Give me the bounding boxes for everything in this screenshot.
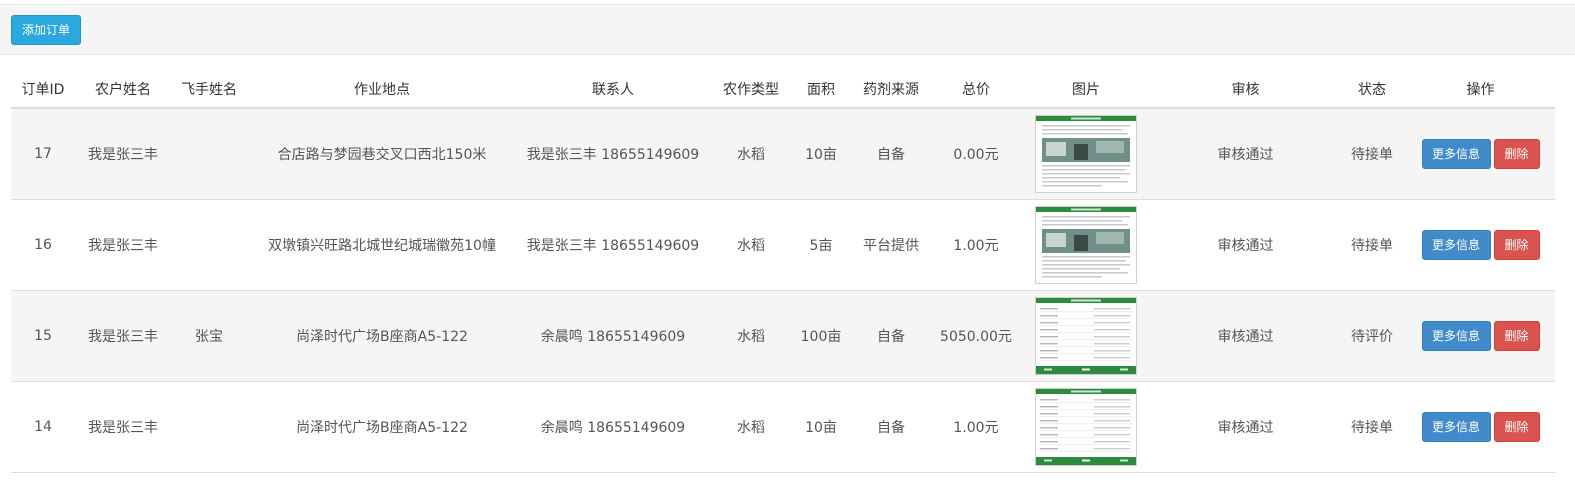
cell-location: 合店路与梦园巷交叉口西北150米 [247, 108, 517, 200]
cell-order-id: 17 [11, 108, 75, 200]
cell-contact: 余晨鸣 18655149609 [517, 290, 709, 382]
cell-total-price: 0.00元 [933, 108, 1019, 200]
cell-pesticide-source: 自备 [849, 108, 933, 200]
cell-order-id: 16 [11, 199, 75, 291]
cell-crop-type: 水稻 [709, 108, 793, 200]
cell-total-price: 1.00元 [933, 199, 1019, 291]
table-row: 15 我是张三丰 张宝 尚泽时代广场B座商A5-122 余晨鸣 18655149609 水… [11, 290, 1555, 382]
more-info-button[interactable]: 更多信息 [1421, 139, 1491, 169]
cell-location: 尚泽时代广场B座商A5-122 [247, 290, 517, 382]
cell-farmer-name: 我是张三丰 [75, 290, 171, 382]
cell-farmer-name: 我是张三丰 [75, 381, 171, 473]
cell-order-id: 15 [11, 290, 75, 382]
cell-area: 5亩 [793, 199, 849, 291]
cell-crop-type: 水稻 [709, 381, 793, 473]
cell-crop-type: 水稻 [709, 199, 793, 291]
photo-thumbnail[interactable] [1035, 115, 1137, 193]
delete-button[interactable]: 删除 [1493, 230, 1540, 260]
cell-pesticide-source: 自备 [849, 290, 933, 382]
cell-area: 10亩 [793, 381, 849, 473]
more-info-button[interactable]: 更多信息 [1421, 321, 1491, 351]
cell-review: 审核通过 [1153, 108, 1338, 200]
header-location: 作业地点 [247, 70, 517, 109]
cell-pilot-name [171, 381, 247, 473]
cell-review: 审核通过 [1153, 290, 1338, 382]
cell-review: 审核通过 [1153, 381, 1338, 473]
cell-image [1019, 199, 1153, 291]
header-area: 面积 [793, 70, 849, 109]
cell-total-price: 5050.00元 [933, 290, 1019, 382]
cell-order-id: 14 [11, 381, 75, 473]
cell-pilot-name [171, 108, 247, 200]
form-thumbnail[interactable] [1035, 388, 1137, 466]
cell-actions: 更多信息 删除 [1406, 199, 1555, 291]
cell-image [1019, 381, 1153, 473]
photo-thumbnail[interactable] [1035, 206, 1137, 284]
header-total-price: 总价 [933, 70, 1019, 109]
cell-image [1019, 290, 1153, 382]
cell-status: 待接单 [1338, 381, 1406, 473]
cell-crop-type: 水稻 [709, 290, 793, 382]
cell-status: 待接单 [1338, 199, 1406, 291]
cell-status: 待接单 [1338, 108, 1406, 200]
cell-area: 100亩 [793, 290, 849, 382]
cell-farmer-name: 我是张三丰 [75, 199, 171, 291]
header-actions: 操作 [1406, 70, 1555, 109]
cell-location: 双墩镇兴旺路北城世纪城瑞徽苑10幢 [247, 199, 517, 291]
cell-pesticide-source: 平台提供 [849, 199, 933, 291]
header-image: 图片 [1019, 70, 1153, 109]
cell-pilot-name [171, 199, 247, 291]
header-pilot-name: 飞手姓名 [171, 70, 247, 109]
header-review: 审核 [1153, 70, 1338, 109]
header-order-id: 订单ID [11, 70, 75, 109]
cell-location: 尚泽时代广场B座商A5-122 [247, 381, 517, 473]
cell-area: 10亩 [793, 108, 849, 200]
add-order-button[interactable]: 添加订单 [11, 15, 81, 45]
cell-total-price: 1.00元 [933, 381, 1019, 473]
table-row: 17 我是张三丰 合店路与梦园巷交叉口西北150米 我是张三丰 18655149609… [11, 108, 1555, 200]
orders-table: 订单ID 农户姓名 飞手姓名 作业地点 联系人 农作类型 面积 药剂来源 总价 … [11, 70, 1555, 473]
delete-button[interactable]: 删除 [1493, 412, 1540, 442]
toolbar: 添加订单 [0, 4, 1575, 55]
cell-actions: 更多信息 删除 [1406, 108, 1555, 200]
cell-actions: 更多信息 删除 [1406, 290, 1555, 382]
delete-button[interactable]: 删除 [1493, 139, 1540, 169]
header-farmer-name: 农户姓名 [75, 70, 171, 109]
cell-contact: 我是张三丰 18655149609 [517, 108, 709, 200]
header-status: 状态 [1338, 70, 1406, 109]
cell-pesticide-source: 自备 [849, 381, 933, 473]
form-thumbnail[interactable] [1035, 297, 1137, 375]
cell-actions: 更多信息 删除 [1406, 381, 1555, 473]
table-header-row: 订单ID 农户姓名 飞手姓名 作业地点 联系人 农作类型 面积 药剂来源 总价 … [11, 70, 1555, 109]
cell-pilot-name: 张宝 [171, 290, 247, 382]
table-row: 16 我是张三丰 双墩镇兴旺路北城世纪城瑞徽苑10幢 我是张三丰 1865514960… [11, 199, 1555, 291]
table-row: 14 我是张三丰 尚泽时代广场B座商A5-122 余晨鸣 18655149609 水稻 1… [11, 381, 1555, 473]
more-info-button[interactable]: 更多信息 [1421, 230, 1491, 260]
cell-contact: 余晨鸣 18655149609 [517, 381, 709, 473]
header-contact: 联系人 [517, 70, 709, 109]
cell-farmer-name: 我是张三丰 [75, 108, 171, 200]
delete-button[interactable]: 删除 [1493, 321, 1540, 351]
cell-review: 审核通过 [1153, 199, 1338, 291]
header-pesticide-source: 药剂来源 [849, 70, 933, 109]
cell-status: 待评价 [1338, 290, 1406, 382]
more-info-button[interactable]: 更多信息 [1421, 412, 1491, 442]
header-crop-type: 农作类型 [709, 70, 793, 109]
cell-contact: 我是张三丰 18655149609 [517, 199, 709, 291]
cell-image [1019, 108, 1153, 200]
